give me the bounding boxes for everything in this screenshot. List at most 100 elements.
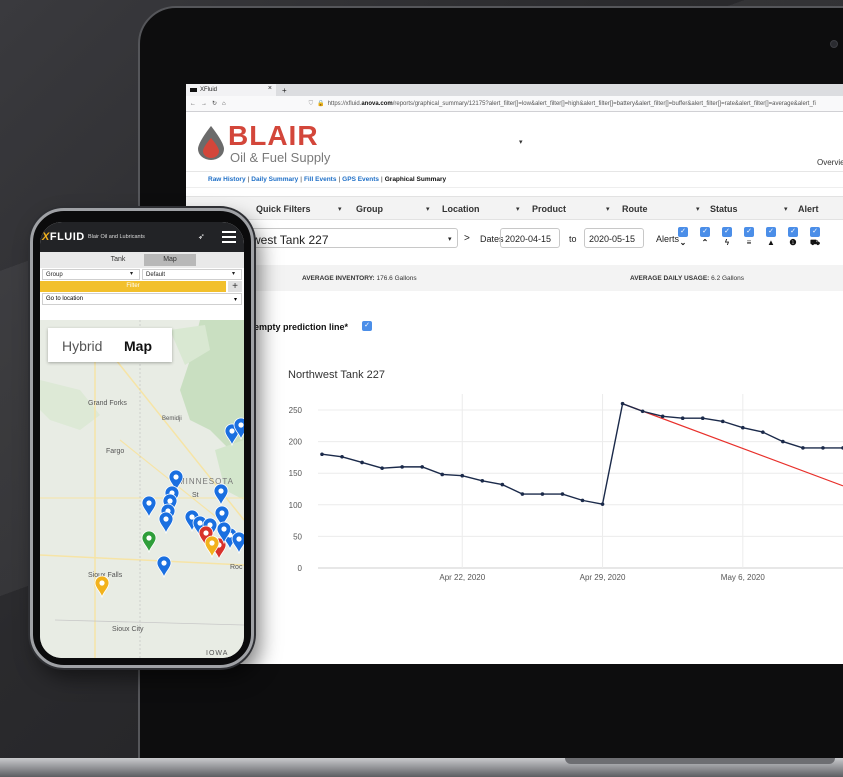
date-from-input[interactable]: 2020-04-15: [500, 228, 560, 248]
url-prefix: https://xfluid.: [327, 100, 362, 107]
alert-delivery-checkbox[interactable]: ✓: [810, 227, 820, 237]
default-caret-icon[interactable]: ▾: [232, 270, 235, 277]
subnav-raw-history[interactable]: Raw History: [208, 176, 246, 183]
map-pin-icon[interactable]: [141, 495, 157, 519]
xfluid-logo[interactable]: XFLUID: [42, 231, 85, 243]
add-filter-button[interactable]: +: [228, 281, 242, 292]
group-caret-icon[interactable]: ▾: [426, 205, 430, 213]
low-alert-icon: ⌄: [679, 238, 687, 247]
home-icon[interactable]: ⌂: [222, 101, 226, 107]
map-pin-icon[interactable]: [156, 555, 172, 579]
inventory-point: [720, 419, 725, 424]
rate-alert-icon: ▲: [767, 238, 775, 247]
group-select[interactable]: Group: [42, 269, 140, 280]
y-tick-label: 200: [289, 438, 303, 447]
x-tick-label: May 6, 2020: [721, 573, 766, 582]
shield-icon: ⛉: [308, 100, 314, 107]
filter-product[interactable]: Product: [532, 204, 566, 214]
quick-filters-label[interactable]: Quick Filters: [256, 204, 311, 214]
map-view[interactable]: Hybrid Map Grand Forks Bemidji Fargo MIN…: [40, 320, 244, 658]
inventory-point: [700, 416, 705, 421]
prediction-line-checkbox[interactable]: ✓: [362, 321, 372, 331]
browser-tab[interactable]: XFluid ×: [186, 84, 276, 96]
status-caret-icon[interactable]: ▾: [784, 205, 788, 213]
map-pin-icon[interactable]: [94, 575, 110, 599]
group-caret-icon[interactable]: ▾: [130, 270, 133, 277]
map-pin-icon[interactable]: [213, 483, 229, 507]
inventory-point: [340, 454, 344, 459]
average-inventory-label: AVERAGE INVENTORY:: [302, 275, 375, 282]
tab-close-icon[interactable]: ×: [268, 85, 272, 92]
subnav-daily-summary[interactable]: Daily Summary: [251, 176, 298, 183]
go-to-location-select[interactable]: Go to location ▾: [42, 293, 242, 305]
phone-screen: XFLUID Blair Oil and Lubricants ➶ Tank M…: [40, 222, 244, 658]
alert-average-checkbox[interactable]: ✓: [788, 227, 798, 237]
subnav-fill-events[interactable]: Fill Events: [304, 176, 337, 183]
tab-favicon-icon: [190, 88, 197, 92]
subnav-graphical-summary[interactable]: Graphical Summary: [385, 176, 446, 183]
alert-buffer-checkbox[interactable]: ✓: [744, 227, 754, 237]
tab-title: XFluid: [200, 87, 218, 93]
go-to-location-label: Go to location: [46, 296, 84, 302]
map-pin-icon[interactable]: [141, 530, 157, 554]
next-tank-button[interactable]: >: [464, 233, 470, 244]
back-icon[interactable]: ←: [190, 101, 196, 107]
subnav-separator: |: [247, 176, 250, 183]
tab-tank[interactable]: Tank: [92, 254, 144, 266]
x-tick-label: Apr 29, 2020: [580, 573, 626, 582]
filter-button[interactable]: Filter: [40, 281, 226, 292]
tank-select-caret-icon[interactable]: ▾: [448, 235, 452, 243]
filter-status[interactable]: Status: [710, 204, 738, 214]
filter-route[interactable]: Route: [622, 204, 648, 214]
hamburger-menu-icon[interactable]: [222, 231, 236, 246]
map-pin-icon[interactable]: [158, 511, 174, 535]
buffer-alert-icon: ≡: [746, 238, 752, 247]
alert-low-checkbox[interactable]: ✓: [678, 227, 688, 237]
inventory-point: [440, 472, 445, 477]
to-label: to: [569, 234, 577, 244]
forward-icon[interactable]: →: [201, 101, 207, 107]
filter-alert[interactable]: Alert: [798, 204, 819, 214]
alert-battery-checkbox[interactable]: ✓: [722, 227, 732, 237]
x-tick-label: Apr 22, 2020: [439, 573, 485, 582]
logo-x: X: [42, 231, 50, 243]
average-daily-usage-label: AVERAGE DAILY USAGE:: [630, 275, 710, 282]
filter-location[interactable]: Location: [442, 204, 480, 214]
date-to-input[interactable]: 2020-05-15: [584, 228, 644, 248]
reload-icon[interactable]: ↻: [212, 100, 217, 107]
new-tab-button[interactable]: +: [282, 86, 287, 95]
average-daily-usage-value: 6.2 Gallons: [711, 275, 745, 282]
inventory-point: [540, 492, 545, 496]
report-subnav: Raw History | Daily Summary | Fill Event…: [186, 172, 843, 188]
chart-title: Northwest Tank 227: [288, 369, 385, 381]
inventory-point: [560, 492, 565, 496]
organization-name: Blair Oil and Lubricants: [88, 234, 145, 240]
map-pins: [94, 417, 244, 599]
default-select[interactable]: Default: [142, 269, 242, 280]
prediction-line-label: empty prediction line*: [254, 322, 349, 332]
quick-filters-caret-icon[interactable]: ▾: [338, 205, 342, 213]
product-caret-icon[interactable]: ▾: [606, 205, 610, 213]
filter-group[interactable]: Group: [356, 204, 383, 214]
location-arrow-icon[interactable]: ➶: [198, 232, 205, 241]
nav-overview[interactable]: Overview: [817, 158, 843, 167]
account-dropdown-icon[interactable]: ▾: [519, 138, 523, 146]
average-alert-icon: ❶: [789, 238, 797, 247]
alert-rate-checkbox[interactable]: ✓: [766, 227, 776, 237]
brand-logo[interactable]: BLAIR: [228, 122, 319, 150]
alert-high-checkbox[interactable]: ✓: [700, 227, 710, 237]
route-caret-icon[interactable]: ▾: [696, 205, 700, 213]
location-caret-icon[interactable]: ▾: [516, 205, 520, 213]
subnav-gps-events[interactable]: GPS Events: [342, 176, 379, 183]
tab-map[interactable]: Map: [144, 254, 196, 266]
camera-icon: [830, 40, 838, 48]
inventory-point: [380, 466, 384, 470]
high-alert-icon: ⌃: [701, 238, 709, 247]
inventory-point: [821, 446, 825, 450]
url-domain: anova.com: [361, 100, 393, 107]
address-bar[interactable]: ⛉ 🔒 https://xfluid.anova.com/reports/graph…: [309, 100, 816, 108]
inventory-point: [320, 452, 324, 457]
map-pin-icon[interactable]: [231, 531, 244, 555]
summary-stats-bar: AVERAGE INVENTORY: 176.6 Gallons AVERAGE…: [186, 265, 843, 291]
laptop-notch: [565, 758, 835, 764]
